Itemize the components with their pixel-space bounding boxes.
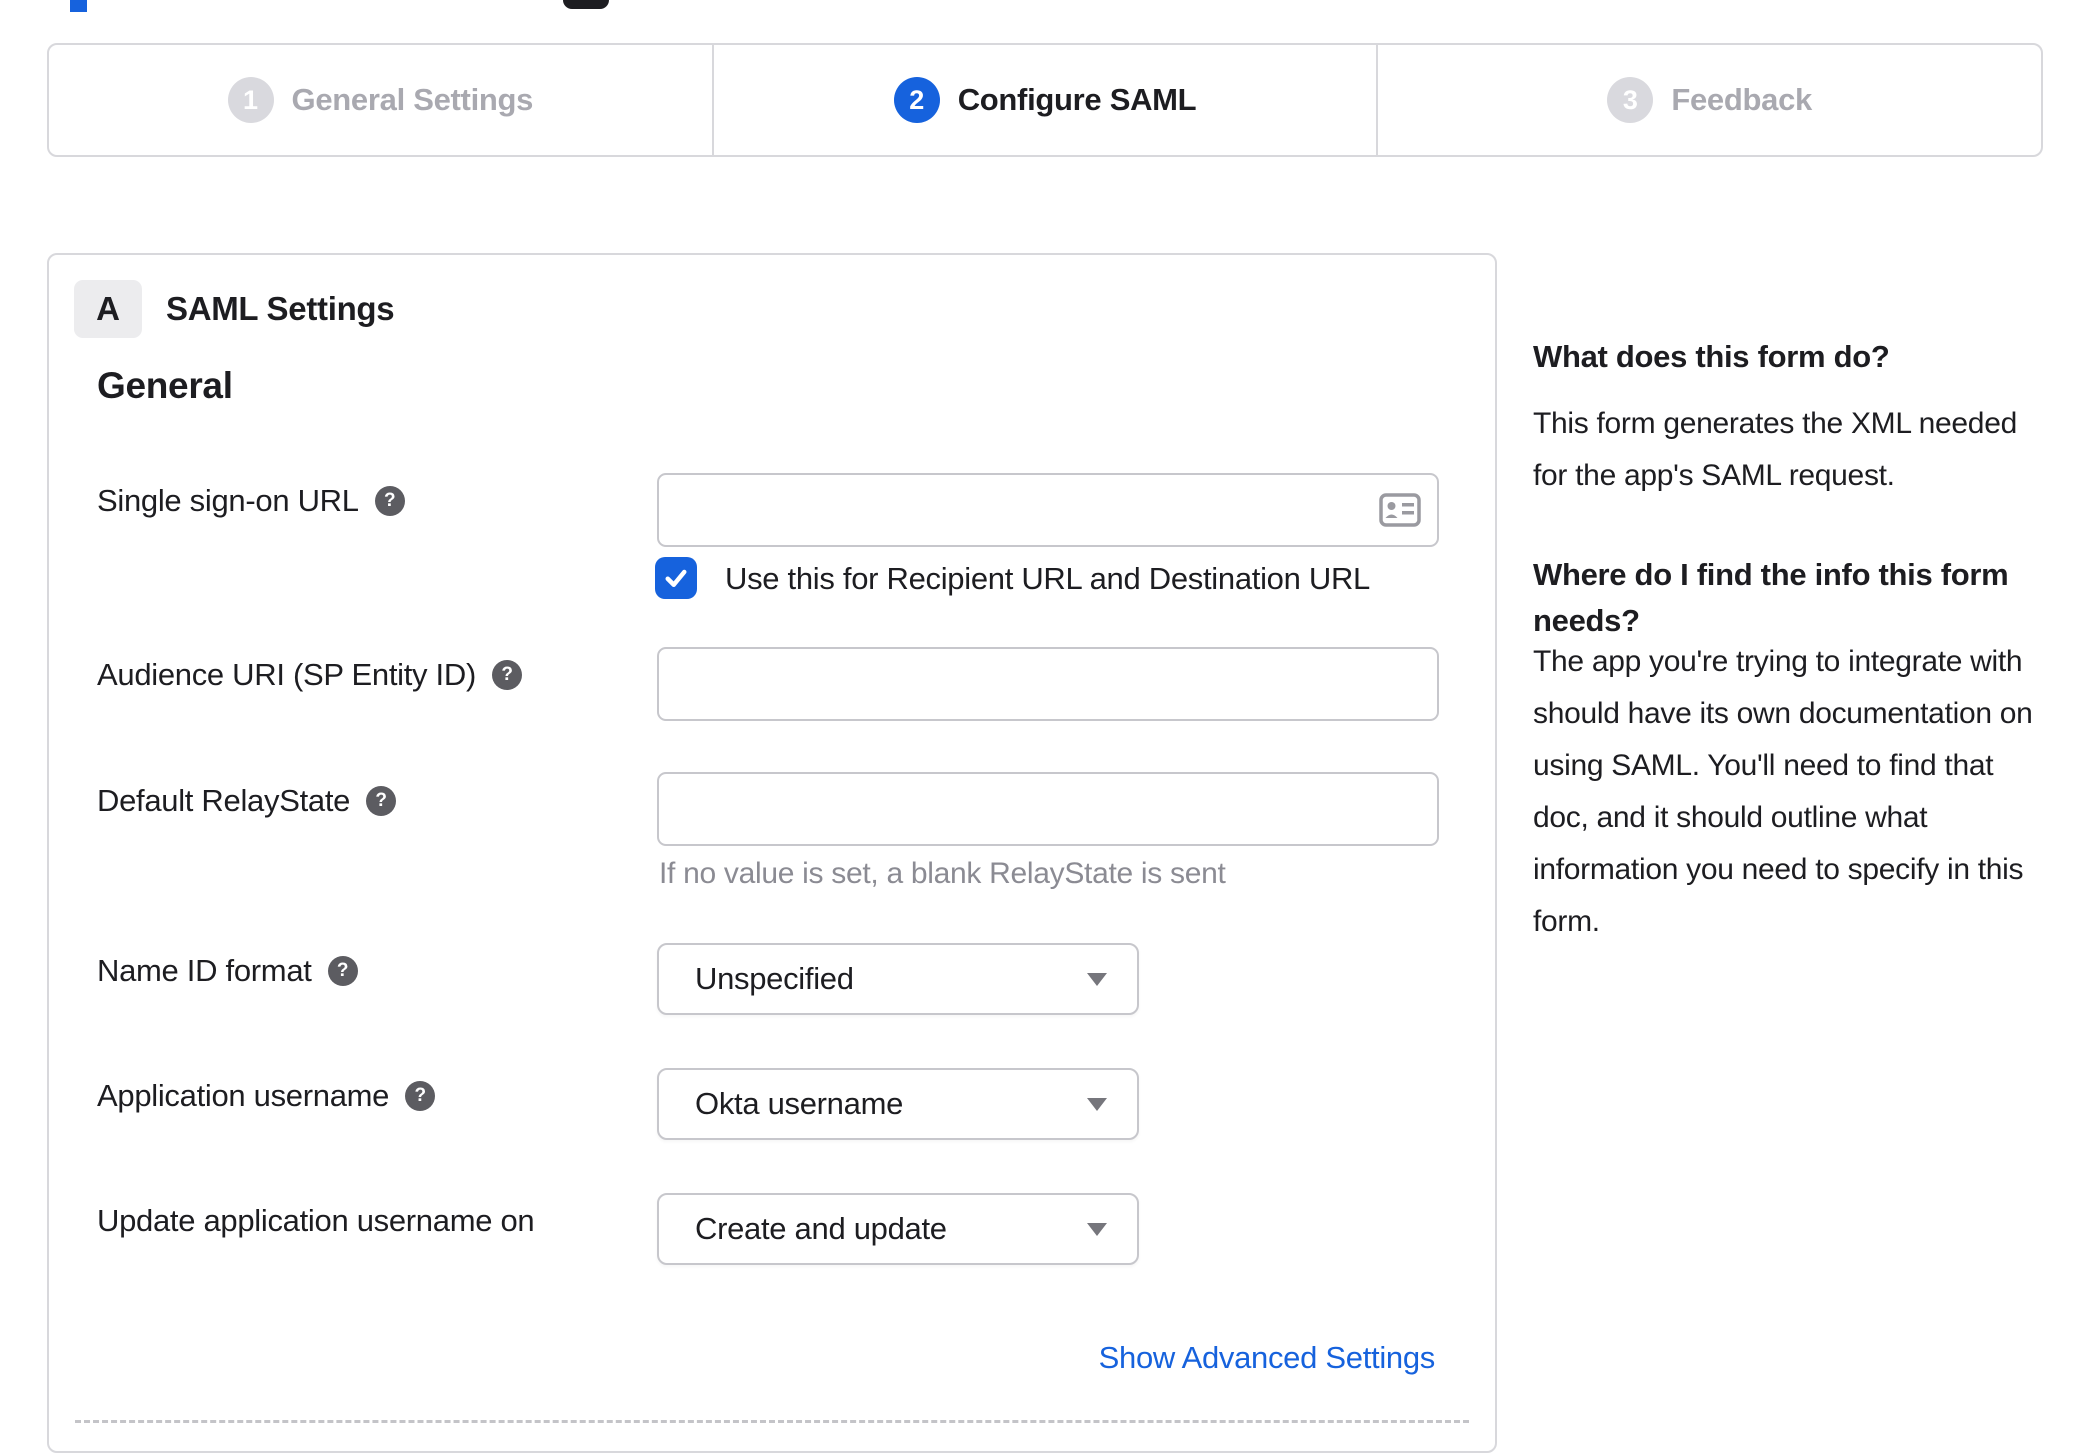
step-1-label: General Settings — [291, 82, 534, 117]
app-username-value: Okta username — [695, 1086, 904, 1121]
step-2-number-badge: 2 — [893, 77, 940, 123]
dropdown-caret-icon — [1087, 1097, 1107, 1111]
app-username-label-text: Application username — [97, 1078, 390, 1113]
audience-uri-input[interactable] — [657, 647, 1439, 721]
step-2-label: Configure SAML — [957, 82, 1197, 117]
show-advanced-settings-link[interactable]: Show Advanced Settings — [1099, 1340, 1436, 1376]
dropdown-caret-icon — [1087, 972, 1107, 986]
cropped-header-fragment — [563, 0, 609, 9]
help-question-1: What does this form do? — [1533, 339, 1890, 374]
audience-uri-label-text: Audience URI (SP Entity ID) — [97, 657, 476, 692]
audience-uri-label: Audience URI (SP Entity ID) ? — [97, 657, 522, 693]
section-a-badge: A — [74, 280, 142, 338]
app-username-label: Application username ? — [97, 1078, 436, 1114]
nameid-format-label: Name ID format ? — [97, 953, 358, 989]
nameid-format-value: Unspecified — [695, 961, 854, 996]
section-dashed-divider — [75, 1420, 1469, 1423]
dropdown-caret-icon — [1087, 1222, 1107, 1236]
wizard-stepper: 1 General Settings 2 Configure SAML 3 Fe… — [47, 43, 2043, 157]
relaystate-label: Default RelayState ? — [97, 783, 397, 819]
nameid-format-help-icon[interactable]: ? — [327, 956, 358, 986]
recipient-url-checkbox-label[interactable]: Use this for Recipient URL and Destinati… — [725, 561, 1370, 597]
app-username-select[interactable]: Okta username — [657, 1068, 1139, 1140]
step-3-label: Feedback — [1671, 82, 1812, 117]
sso-url-label-text: Single sign-on URL — [97, 483, 359, 518]
update-username-label: Update application username on — [97, 1203, 535, 1239]
step-1-number-badge: 1 — [227, 77, 274, 123]
nameid-format-select[interactable]: Unspecified — [657, 943, 1139, 1015]
contact-card-icon — [1379, 493, 1421, 527]
help-answer-1: This form generates the XML needed for t… — [1533, 407, 2017, 492]
sso-url-input[interactable] — [657, 473, 1439, 547]
relaystate-input-wrap — [657, 772, 1439, 846]
cropped-tab-indicator — [70, 0, 87, 12]
relaystate-label-text: Default RelayState — [97, 783, 351, 818]
help-answer-2: The app you're trying to integrate with … — [1533, 645, 2033, 938]
sso-url-input-wrap — [657, 473, 1439, 547]
audience-uri-input-wrap — [657, 647, 1439, 721]
sso-url-label: Single sign-on URL ? — [97, 483, 405, 519]
recipient-url-checkbox[interactable] — [655, 557, 697, 599]
audience-uri-help-icon[interactable]: ? — [491, 660, 522, 690]
relaystate-hint: If no value is set, a blank RelayState i… — [659, 857, 1226, 890]
step-configure-saml[interactable]: 2 Configure SAML — [714, 45, 1379, 155]
update-username-label-text: Update application username on — [97, 1203, 535, 1238]
app-username-help-icon[interactable]: ? — [405, 1081, 436, 1111]
panel-title: SAML Settings — [166, 290, 395, 327]
relaystate-input[interactable] — [657, 772, 1439, 846]
nameid-format-label-text: Name ID format — [97, 953, 312, 988]
sso-url-help-icon[interactable]: ? — [374, 486, 405, 516]
step-general-settings[interactable]: 1 General Settings — [49, 45, 714, 155]
saml-settings-panel: A SAML Settings General Single sign-on U… — [47, 253, 1497, 1453]
update-username-value: Create and update — [695, 1211, 947, 1246]
update-username-select[interactable]: Create and update — [657, 1193, 1139, 1265]
check-icon — [665, 569, 687, 587]
help-question-2: Where do I find the info this form needs… — [1533, 557, 2009, 638]
general-section-heading: General — [97, 365, 233, 406]
step-feedback[interactable]: 3 Feedback — [1378, 45, 2041, 155]
step-3-number-badge: 3 — [1607, 77, 1654, 123]
relaystate-help-icon[interactable]: ? — [366, 786, 397, 816]
